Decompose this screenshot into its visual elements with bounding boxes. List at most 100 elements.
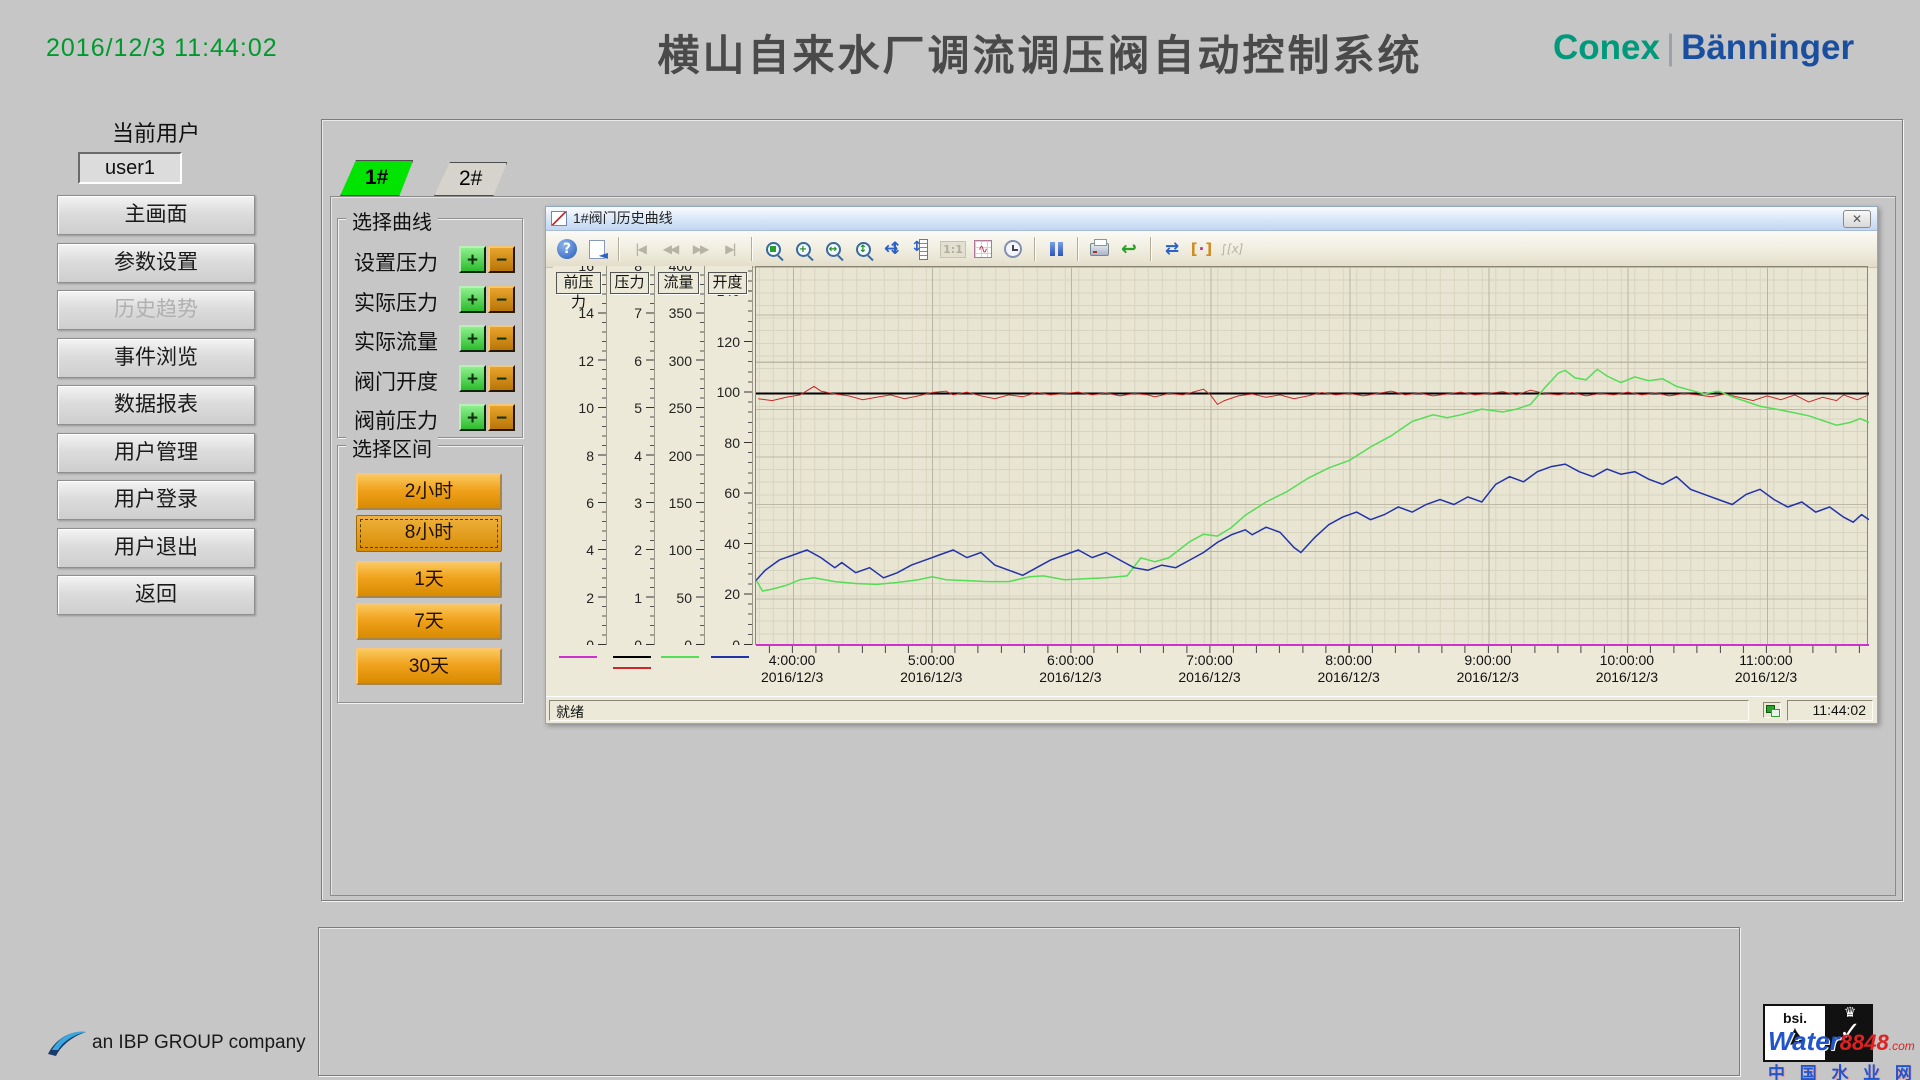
go-first-icon[interactable]: |◀ <box>627 236 653 262</box>
axis-tick-label: 1 <box>634 590 642 606</box>
zoom-box-icon[interactable] <box>760 236 786 262</box>
x-axis-label: 4:00:002016/12/3 <box>761 652 823 686</box>
sidebar-button-5[interactable]: 数据报表 <box>57 385 255 425</box>
one-to-one-icon[interactable]: 1:1 <box>940 236 966 262</box>
connection-status-icon <box>1763 702 1781 718</box>
time-range-icon[interactable] <box>1000 236 1026 262</box>
brand-banninger: Bänninger <box>1681 28 1854 67</box>
toolbar-separator <box>1034 237 1035 261</box>
axis-tick-label: 40 <box>724 536 740 552</box>
axis-tick-label: 10 <box>578 400 594 416</box>
window-titlebar[interactable]: 1#阀门历史曲线 ✕ <box>546 207 1877 231</box>
rewind-icon[interactable]: ◀◀ <box>657 236 683 262</box>
function-icon[interactable]: ∫[x] <box>1219 236 1245 262</box>
axis-tick-label: 5 <box>634 400 642 416</box>
curve-select-title: 选择曲线 <box>346 206 438 235</box>
axis-tick-label: 12 <box>578 353 594 369</box>
print-icon[interactable] <box>1086 236 1112 262</box>
cursor-brackets-icon[interactable]: [·] <box>1189 236 1215 262</box>
close-icon[interactable]: ✕ <box>1843 210 1871 228</box>
add-trend-icon[interactable]: ∿ <box>970 236 996 262</box>
curve-minus-button[interactable]: − <box>488 365 515 392</box>
sidebar-button-1[interactable]: 主画面 <box>57 195 255 235</box>
sidebar-button-9[interactable]: 返回 <box>57 575 255 615</box>
brand-conex: Conex <box>1553 28 1660 67</box>
swap-axes-icon[interactable]: ⇄ <box>1159 236 1185 262</box>
curve-plus-button[interactable]: + <box>459 365 486 392</box>
axis-tick-label: 6 <box>586 495 594 511</box>
axis-tick-label: 250 <box>669 400 692 416</box>
range-button-2小时[interactable]: 2小时 <box>356 473 502 510</box>
axis-header-button[interactable]: 开度 <box>708 272 747 294</box>
help-icon[interactable]: ? <box>554 236 580 262</box>
x-axis-label: 6:00:002016/12/3 <box>1039 652 1101 686</box>
curve-select-group: 选择曲线 设置压力+−实际压力+−实际流量+−阀门开度+−阀前压力+− <box>337 218 523 438</box>
pan-icon[interactable]: ↔↕ <box>880 236 906 262</box>
sidebar-button-3[interactable]: 历史趋势 <box>57 290 255 330</box>
axis-tick-label: 60 <box>724 485 740 501</box>
legend-swatch-流量 <box>661 656 699 658</box>
axis-tick-label: 0 <box>684 637 692 645</box>
brand-separator: | <box>1660 28 1681 67</box>
bottom-blank-panel <box>318 927 1740 1076</box>
curve-minus-button[interactable]: − <box>488 286 515 313</box>
axis-tick-label: 100 <box>669 542 692 558</box>
curve-plus-button[interactable]: + <box>459 246 486 273</box>
username-field[interactable]: user1 <box>78 152 182 184</box>
sidebar-button-2[interactable]: 参数设置 <box>57 243 255 283</box>
curve-minus-button[interactable]: − <box>488 325 515 352</box>
toolbar-separator <box>1077 237 1078 261</box>
curve-minus-button[interactable]: − <box>488 246 515 273</box>
axis-tick-label: 300 <box>669 353 692 369</box>
range-button-8小时[interactable]: 8小时 <box>356 515 502 552</box>
properties-icon[interactable] <box>584 236 610 262</box>
sidebar-button-6[interactable]: 用户管理 <box>57 433 255 473</box>
axis-header-button[interactable]: 压力 <box>610 272 649 294</box>
axis-header-button[interactable]: 流量 <box>658 272 699 294</box>
y-axis-流量: 050100150200250300350400流量 <box>655 266 705 645</box>
axis-major-ticks <box>744 266 752 645</box>
axis-tick-label: 4 <box>586 542 594 558</box>
curve-plus-button[interactable]: + <box>459 325 486 352</box>
page-title: 横山自来水厂调流调压阀自动控制系统 <box>657 22 1422 83</box>
go-last-icon[interactable]: ▶| <box>717 236 743 262</box>
axis-tick-label: 120 <box>717 334 740 350</box>
curve-plus-button[interactable]: + <box>459 404 486 431</box>
axis-tick-label: 150 <box>669 495 692 511</box>
range-button-30天[interactable]: 30天 <box>356 648 502 685</box>
zoom-horizontal-icon[interactable]: ↔ <box>820 236 846 262</box>
zoom-vertical-icon[interactable]: ↕ <box>850 236 876 262</box>
x-axis-label: 9:00:002016/12/3 <box>1457 652 1519 686</box>
curve-row-label: 实际压力 <box>354 287 438 317</box>
toolbar-separator <box>618 237 619 261</box>
axis-header-button[interactable]: 前压力 <box>556 272 601 294</box>
x-axis-label: 10:00:002016/12/3 <box>1596 652 1658 686</box>
pause-icon[interactable] <box>1043 236 1069 262</box>
ibp-text: an IBP GROUP company <box>92 1032 306 1054</box>
sidebar-button-4[interactable]: 事件浏览 <box>57 338 255 378</box>
brand-logo: Conex|Bänninger <box>1553 28 1854 68</box>
axis-tick-label: 8 <box>586 448 594 464</box>
scale-ruler-icon[interactable] <box>910 236 936 262</box>
chart-plot-area[interactable] <box>755 266 1868 645</box>
curve-minus-button[interactable]: − <box>488 404 515 431</box>
sidebar-button-7[interactable]: 用户登录 <box>57 480 255 520</box>
ibp-swoosh-icon <box>46 1028 88 1058</box>
export-icon[interactable]: ↩ <box>1116 236 1142 262</box>
curve-plus-button[interactable]: + <box>459 286 486 313</box>
chart-window-icon <box>551 211 567 226</box>
forward-icon[interactable]: ▶▶ <box>687 236 713 262</box>
x-axis-label: 8:00:002016/12/3 <box>1317 652 1379 686</box>
legend-swatch-前压力 <box>559 656 597 658</box>
legend-swatch-开度 <box>711 656 749 658</box>
axis-major-ticks <box>598 266 606 645</box>
series-实际压力 <box>758 386 1868 404</box>
axis-tick-label: 4 <box>634 448 642 464</box>
range-button-1天[interactable]: 1天 <box>356 561 502 598</box>
sidebar-button-8[interactable]: 用户退出 <box>57 528 255 568</box>
axis-tick-label: 0 <box>732 637 740 645</box>
watermark: Water8848.com 中 国 水 业 网 <box>1768 1026 1920 1080</box>
status-time: 11:44:02 <box>1787 700 1873 721</box>
range-button-7天[interactable]: 7天 <box>356 603 502 640</box>
zoom-in-icon[interactable]: + <box>790 236 816 262</box>
